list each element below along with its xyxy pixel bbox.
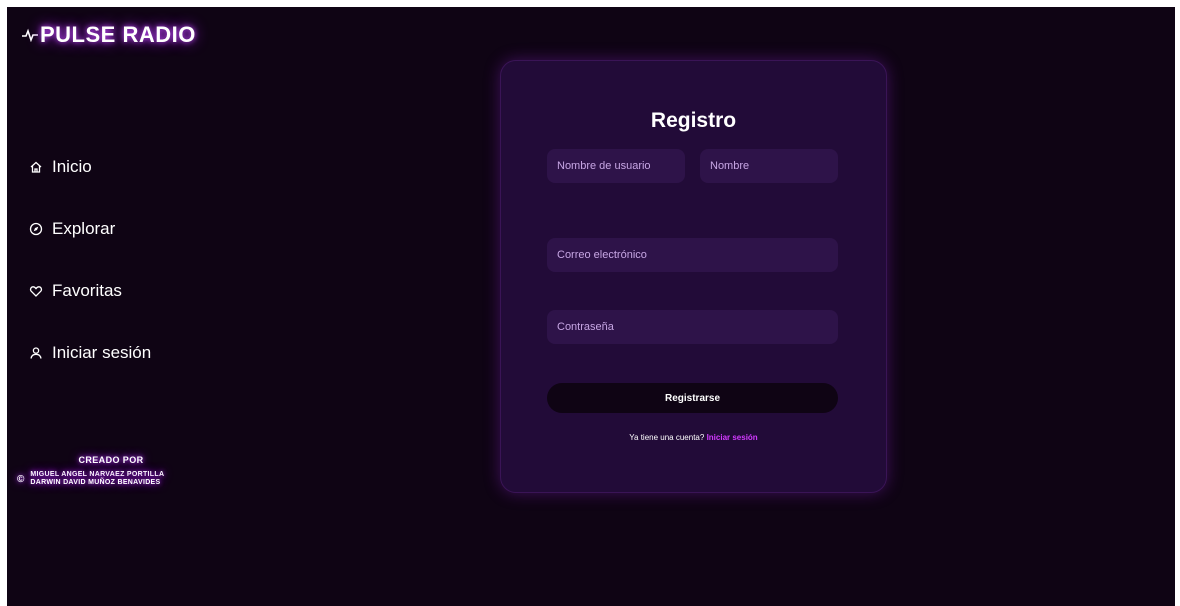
compass-icon xyxy=(29,222,43,236)
nav-item-label: Favoritas xyxy=(52,281,122,300)
user-icon xyxy=(30,347,42,359)
copyright-symbol: © xyxy=(17,473,25,485)
login-prompt-line: Ya tiene una cuenta? Iniciar sesión xyxy=(501,433,886,442)
register-card: Registro Registrarse Ya tiene una cuenta… xyxy=(500,60,887,493)
author-name: MIGUEL ANGEL NARVAEZ PORTILLA xyxy=(30,471,165,478)
brand-logo[interactable]: PULSE RADIO xyxy=(22,22,196,48)
heart-icon xyxy=(29,286,43,297)
pulse-icon xyxy=(22,28,38,42)
nav-item-inicio[interactable]: Inicio xyxy=(29,157,92,177)
sidebar: PULSE RADIO Inicio Explorar Favoritas In… xyxy=(7,7,207,606)
form-title: Registro xyxy=(650,109,737,132)
nav-item-label: Iniciar sesión xyxy=(52,343,152,362)
login-prompt-text: Ya tiene una cuenta? xyxy=(629,433,705,442)
nav-item-iniciar-sesion[interactable]: Iniciar sesión xyxy=(29,343,151,363)
email-input[interactable] xyxy=(547,238,838,272)
app-window: PULSE RADIO Inicio Explorar Favoritas In… xyxy=(7,7,1175,606)
nav-item-label: Explorar xyxy=(52,219,116,238)
login-link[interactable]: Iniciar sesión xyxy=(707,433,758,442)
name-input[interactable] xyxy=(700,149,838,183)
author-name: DARWIN DAVID MUÑOZ BENAVIDES xyxy=(30,479,161,486)
credits: CREADO POR © MIGUEL ANGEL NARVAEZ PORTIL… xyxy=(17,455,197,487)
username-input[interactable] xyxy=(547,149,685,183)
nav-item-favoritas[interactable]: Favoritas xyxy=(29,281,122,301)
home-icon xyxy=(30,161,42,173)
credits-title: CREADO POR xyxy=(78,455,144,465)
password-input[interactable] xyxy=(547,310,838,344)
register-button[interactable]: Registrarse xyxy=(547,383,838,413)
brand-name: PULSE RADIO xyxy=(40,22,196,47)
nav-item-label: Inicio xyxy=(52,157,92,176)
nav-item-explorar[interactable]: Explorar xyxy=(29,219,115,239)
